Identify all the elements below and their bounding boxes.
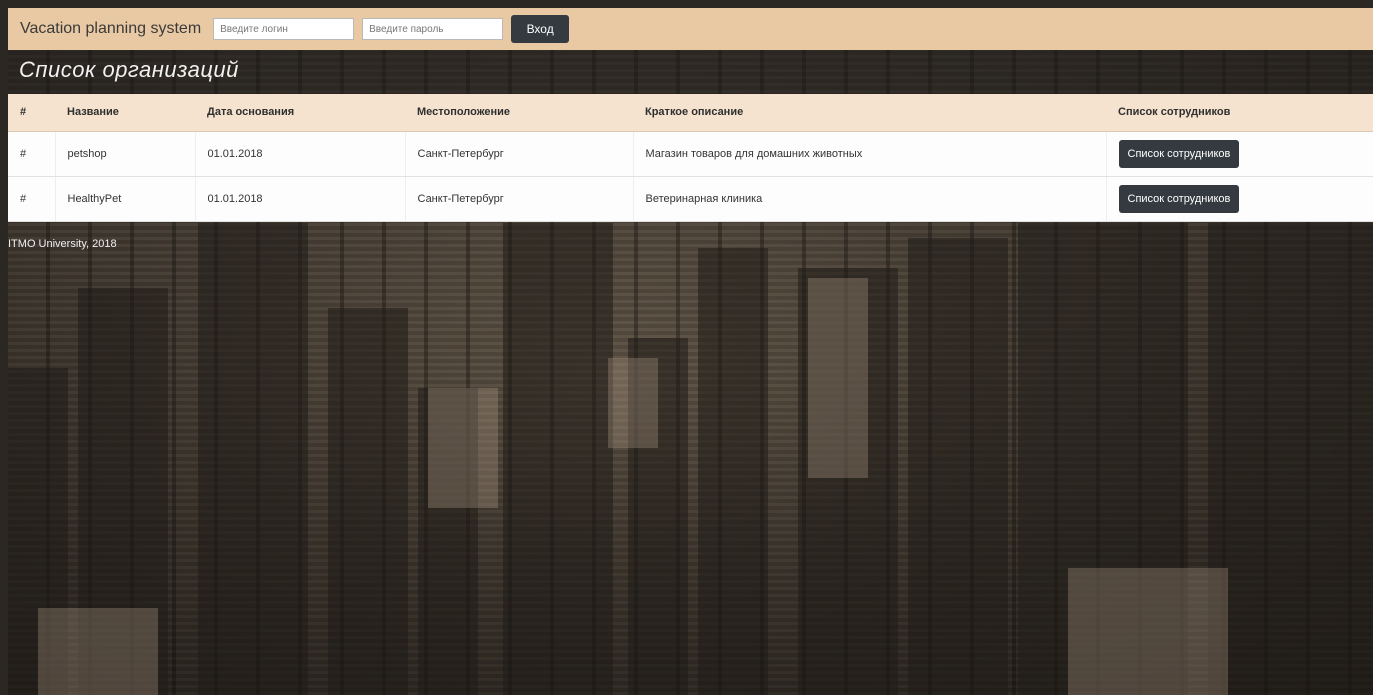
footer-copyright: ITMO University, 2018 bbox=[8, 238, 117, 250]
cell-name: petshop bbox=[54, 131, 195, 177]
column-header-location: Местоположение bbox=[405, 94, 633, 132]
employees-list-button[interactable]: Список сотрудников bbox=[1118, 184, 1240, 213]
column-header-founded: Дата основания bbox=[195, 94, 405, 132]
cell-founded: 01.01.2018 bbox=[194, 176, 405, 222]
cell-number: # bbox=[8, 176, 55, 222]
cell-number: # bbox=[8, 131, 55, 177]
cell-name: HealthyPet bbox=[54, 176, 195, 222]
organizations-table: # Название Дата основания Местоположение… bbox=[8, 94, 1373, 222]
app-brand[interactable]: Vacation planning system bbox=[20, 20, 201, 38]
employees-list-button[interactable]: Список сотрудников bbox=[1118, 139, 1240, 168]
cell-description: Магазин товаров для домашних животных bbox=[632, 131, 1106, 177]
cell-founded: 01.01.2018 bbox=[194, 131, 405, 177]
table-row: # petshop 01.01.2018 Санкт-Петербург Маг… bbox=[8, 131, 1373, 177]
table-row: # HealthyPet 01.01.2018 Санкт-Петербург … bbox=[8, 176, 1373, 222]
login-input[interactable] bbox=[213, 18, 355, 40]
login-button[interactable]: Вход bbox=[511, 15, 570, 43]
password-input[interactable] bbox=[362, 18, 504, 40]
cell-location: Санкт-Петербург bbox=[404, 176, 633, 222]
table-header-row: # Название Дата основания Местоположение… bbox=[8, 94, 1373, 132]
cell-description: Ветеринарная клиника bbox=[632, 176, 1106, 222]
page-title: Список организаций bbox=[19, 57, 239, 82]
cell-employees: Список сотрудников bbox=[1105, 176, 1373, 222]
column-header-number: # bbox=[8, 94, 55, 132]
page-heading-bar: Список организаций bbox=[8, 50, 1373, 94]
column-header-description: Краткое описание bbox=[633, 94, 1106, 132]
top-navbar: Vacation planning system Вход bbox=[8, 8, 1373, 50]
cell-location: Санкт-Петербург bbox=[404, 131, 633, 177]
column-header-name: Название bbox=[55, 94, 195, 132]
cell-employees: Список сотрудников bbox=[1105, 131, 1373, 177]
column-header-employees: Список сотрудников bbox=[1106, 94, 1373, 132]
